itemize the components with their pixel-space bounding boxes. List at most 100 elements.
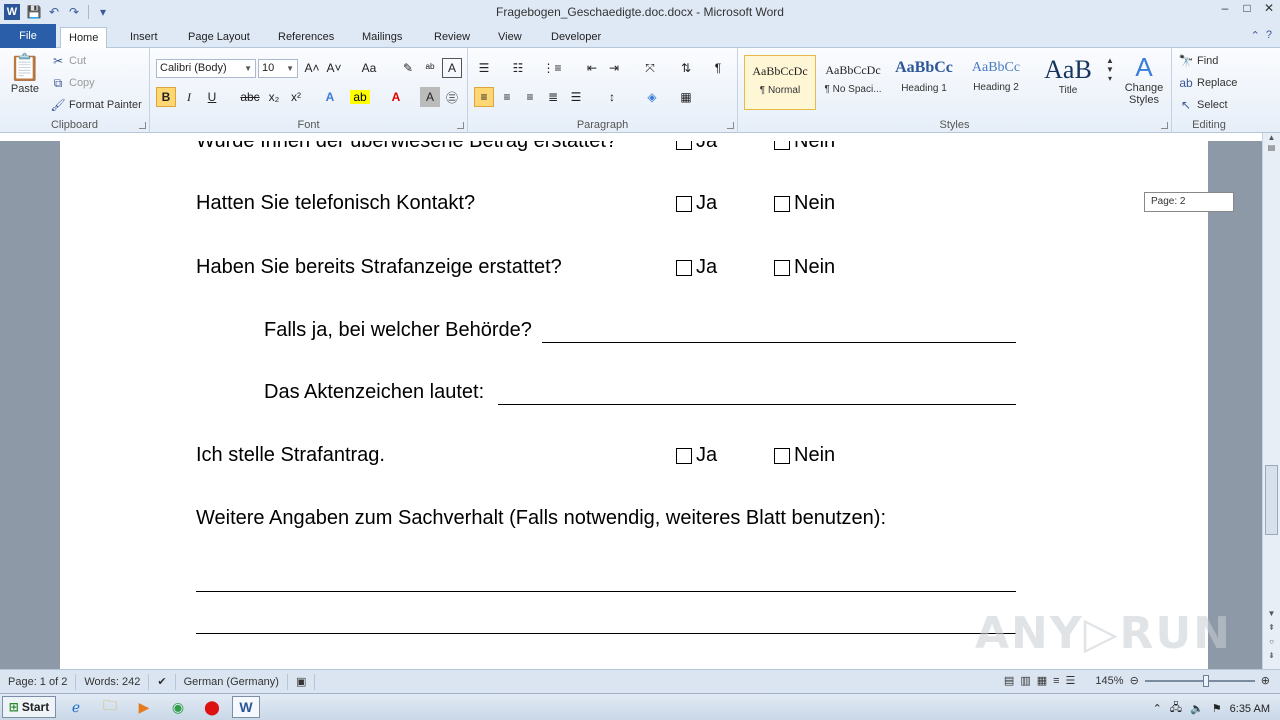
decrease-indent-icon[interactable]: ⇤ — [582, 58, 602, 78]
checkbox-no-phone[interactable]: Nein — [774, 192, 835, 215]
align-left-icon[interactable]: ≡ — [474, 87, 494, 107]
question-refund-partial[interactable]: Wurde Ihnen der überwiesene Betrag ersta… — [196, 141, 617, 153]
chrome-icon[interactable]: ◉ — [164, 696, 192, 718]
language-indicator[interactable]: German (Germany) — [176, 673, 288, 690]
question-authority[interactable]: Falls ja, bei welcher Behörde? — [264, 319, 532, 342]
tab-page-layout[interactable]: Page Layout — [180, 27, 258, 48]
find-button[interactable]: 🔭 Find — [1178, 53, 1219, 69]
macro-record-icon[interactable]: ▣ — [288, 673, 316, 690]
line-spacing-icon[interactable]: ↕ — [602, 87, 622, 107]
grow-font-button[interactable]: A˄ — [302, 58, 322, 78]
change-styles-button[interactable]: A Change Styles — [1122, 52, 1166, 106]
enclose-characters-icon[interactable]: ㊂ — [442, 87, 462, 107]
multilevel-list-icon[interactable]: ⋮≡ — [542, 58, 562, 78]
font-color-icon[interactable]: A — [386, 87, 406, 107]
align-right-icon[interactable]: ≡ — [520, 87, 540, 107]
font-family-select[interactable]: Calibri (Body) ▼ — [156, 59, 256, 78]
ruler-toggle-icon[interactable]: ▤ — [1263, 143, 1280, 152]
checkbox-yes-strafantrag[interactable]: Ja — [676, 444, 717, 467]
zoom-slider[interactable] — [1144, 674, 1255, 687]
scroll-down-icon[interactable]: ▼ — [1263, 609, 1280, 618]
underline-button[interactable]: U — [202, 87, 222, 107]
bold-button[interactable]: B — [156, 87, 176, 107]
document-area[interactable]: Wurde Ihnen der überwiesene Betrag ersta… — [0, 141, 1262, 669]
volume-icon[interactable]: 🔈 — [1190, 702, 1204, 715]
tab-mailings[interactable]: Mailings — [354, 27, 410, 48]
tab-developer[interactable]: Developer — [543, 27, 609, 48]
media-player-icon[interactable]: ▶ — [130, 696, 158, 718]
antivirus-icon[interactable]: ⬤ — [198, 696, 226, 718]
details-answer-line[interactable] — [196, 591, 1016, 592]
action-center-flag-icon[interactable]: ⚑ — [1212, 702, 1222, 715]
distributed-icon[interactable]: ☰ — [566, 87, 586, 107]
minimize-button[interactable]: – — [1214, 0, 1236, 18]
tab-references[interactable]: References — [270, 27, 342, 48]
zoom-in-icon[interactable]: ⊕ — [1261, 674, 1270, 687]
highlight-color-icon[interactable]: ab — [350, 90, 370, 104]
tab-file[interactable]: File — [0, 24, 56, 48]
style-heading-2[interactable]: AaBbCc Heading 2 — [960, 55, 1032, 110]
cut-button[interactable]: ✂ Cut — [50, 53, 86, 69]
document-page[interactable]: Wurde Ihnen der überwiesene Betrag ersta… — [60, 141, 1208, 669]
word-taskbar-icon[interactable]: W — [232, 696, 260, 718]
font-size-select[interactable]: 10 ▼ — [258, 59, 298, 78]
tab-review[interactable]: Review — [426, 27, 478, 48]
strikethrough-button[interactable]: abc — [238, 87, 262, 107]
change-case-button[interactable]: Aa — [356, 58, 382, 78]
view-full-screen-icon[interactable]: ▥ — [1020, 674, 1030, 687]
word-count[interactable]: Words: 242 — [76, 673, 150, 690]
zoom-level[interactable]: 145% — [1095, 675, 1123, 687]
undo-icon[interactable]: ↶ — [46, 4, 62, 20]
align-center-icon[interactable]: ≡ — [497, 87, 517, 107]
style-normal[interactable]: AaBbCcDc ¶ Normal — [744, 55, 816, 110]
details-answer-line[interactable] — [196, 633, 1016, 634]
file-explorer-icon[interactable]: 🗀 — [96, 696, 124, 718]
view-outline-icon[interactable]: ≡ — [1053, 675, 1059, 687]
text-effects-icon[interactable]: A — [320, 87, 340, 107]
authority-answer-line[interactable] — [542, 342, 1016, 343]
zoom-slider-handle[interactable] — [1202, 674, 1209, 687]
scroll-up-icon[interactable]: ▲ — [1263, 133, 1280, 142]
style-title[interactable]: AaB Title — [1032, 55, 1104, 110]
phonetic-guide-icon[interactable]: ᵃᵇ — [420, 58, 440, 78]
tab-insert[interactable]: Insert — [122, 27, 166, 48]
borders-icon[interactable]: ▦ — [676, 87, 696, 107]
format-painter-button[interactable]: 🖌 Format Painter — [50, 97, 141, 113]
bullets-icon[interactable]: ☰ — [474, 58, 494, 78]
proofing-icon[interactable]: ✔ — [149, 673, 176, 690]
vertical-scrollbar[interactable]: ▤ ▲ ▼ ⇞ ○ ⇟ — [1262, 133, 1280, 669]
checkbox-yes-refund[interactable]: Ja — [676, 141, 717, 153]
help-icon[interactable]: ? — [1266, 29, 1272, 42]
font-launcher-icon[interactable] — [457, 122, 464, 129]
paste-button[interactable]: 📋 Paste — [8, 52, 42, 95]
view-web-layout-icon[interactable]: ▦ — [1037, 674, 1047, 687]
asian-layout-icon[interactable]: ⤧ — [640, 58, 660, 78]
redo-icon[interactable]: ↷ — [66, 4, 82, 20]
question-criminal-complaint[interactable]: Ich stelle Strafantrag. — [196, 444, 385, 467]
clear-formatting-icon[interactable]: ✎ — [398, 58, 418, 78]
select-button[interactable]: ↖ Select — [1178, 97, 1228, 113]
character-shading-icon[interactable]: A — [420, 87, 440, 107]
show-hidden-icons-icon[interactable]: ⌃ — [1153, 702, 1162, 715]
copy-button[interactable]: ⧉ Copy — [50, 75, 95, 91]
subscript-button[interactable]: x₂ — [264, 87, 284, 107]
zoom-out-icon[interactable]: ⊖ — [1130, 674, 1139, 687]
previous-page-icon[interactable]: ⇞ — [1263, 623, 1280, 632]
checkbox-no-strafantrag[interactable]: Nein — [774, 444, 835, 467]
question-file-number[interactable]: Das Aktenzeichen lautet: — [264, 381, 484, 404]
checkbox-yes-phone[interactable]: Ja — [676, 192, 717, 215]
clock[interactable]: 6:35 AM — [1230, 703, 1270, 715]
save-icon[interactable]: 💾 — [26, 4, 42, 20]
word-app-icon[interactable]: W — [4, 4, 20, 20]
shrink-font-button[interactable]: A˅ — [324, 58, 344, 78]
numbering-icon[interactable]: ☷ — [508, 58, 528, 78]
styles-scroll[interactable]: ▲ ▼ ▾ — [1106, 56, 1114, 83]
styles-more-icon[interactable]: ▾ — [1108, 74, 1112, 83]
question-phone-contact[interactable]: Hatten Sie telefonisch Kontakt? — [196, 192, 475, 215]
sort-icon[interactable]: ⇅ — [676, 58, 696, 78]
superscript-button[interactable]: x² — [286, 87, 306, 107]
page-count[interactable]: Page: 1 of 2 — [0, 673, 77, 690]
tab-home[interactable]: Home — [60, 27, 108, 49]
next-page-icon[interactable]: ⇟ — [1263, 651, 1280, 660]
character-border-icon[interactable]: A — [442, 58, 462, 78]
